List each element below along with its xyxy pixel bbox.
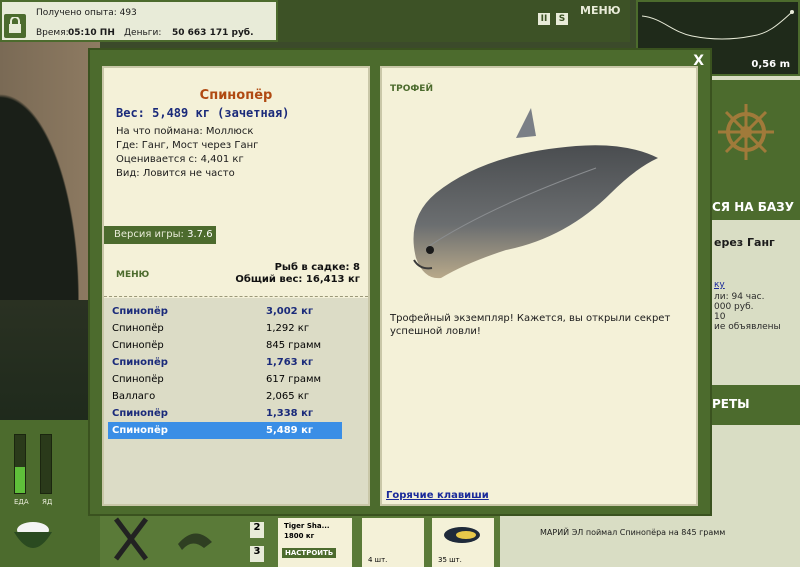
food-label: ЕДА — [14, 498, 29, 506]
dialog-menu-button[interactable]: МЕНЮ — [116, 270, 149, 280]
food-meter-fill — [15, 466, 25, 493]
poison-label: ЯД — [42, 498, 53, 506]
catch-list-row[interactable]: Спинопёр 1,292 кг — [108, 320, 342, 337]
side-line-4: ие объявлены — [714, 322, 781, 332]
catch-list-row[interactable]: Спинопёр 1,338 кг — [108, 405, 342, 422]
catch-list-row[interactable]: Валлаго 2,065 кг — [108, 388, 342, 405]
records-header[interactable]: РЕТЫ — [712, 385, 800, 425]
side-line-1: ли: 94 час. — [714, 292, 765, 302]
meters-panel: ЕДА ЯД — [0, 420, 100, 567]
catch-list: Спинопёр 3,002 кг Спинопёр 1,292 кг Спинопёр… — [104, 298, 368, 504]
catch-dialog: X Спинопёр Вес: 5,489 кг (зачетная) На ч… — [88, 48, 712, 516]
depth-value: 0,56 m — [751, 59, 790, 70]
lock-icon — [9, 17, 21, 33]
catch-info-panel: Спинопёр Вес: 5,489 кг (зачетная) На что… — [102, 66, 370, 506]
catch-kind: Вид: Ловится не часто — [116, 168, 235, 179]
poison-meter — [40, 434, 52, 494]
catch-fish-weight: 1,763 кг — [266, 357, 314, 368]
catch-fish-weight: 2,065 кг — [266, 391, 310, 402]
version-label: Версия игры: — [114, 229, 184, 240]
catch-fish-weight: 845 грамм — [266, 340, 322, 351]
food-meter — [14, 434, 26, 494]
configure-button[interactable]: НАСТРОИТЬ — [282, 548, 337, 558]
time-label: Время: — [36, 28, 69, 38]
catch-fish-name: Спинопёр — [112, 340, 164, 351]
catch-fish-weight: 617 грамм — [266, 374, 322, 385]
bait-count-2: 35 шт. — [438, 556, 462, 564]
fish-weight: Вес: 5,489 кг (зачетная) — [116, 106, 290, 120]
news-item: МАРИЙ ЭЛ поймал Спинопёра на 845 грамм — [540, 528, 726, 537]
keepnet-stats: Рыб в садке: 8 Общий вес: 16,413 кг — [235, 262, 360, 286]
pot-icon[interactable] — [8, 512, 58, 562]
records-label: РЕТЫ — [712, 397, 750, 411]
catch-list-row[interactable]: Спинопёр 617 грамм — [108, 371, 342, 388]
news-feed: МАРИЙ ЭЛ поймал Спинопёра на 845 грамм — [500, 510, 800, 567]
catch-fish-name: Спинопёр — [112, 357, 168, 368]
fish-cleaning-icon[interactable] — [170, 514, 220, 564]
trophy-panel: ТРОФЕЙ Трофейный экземпляр! Кажется, вы … — [380, 66, 698, 506]
caught-on: На что поймана: Моллюск — [116, 126, 254, 137]
cutlery-icon[interactable] — [106, 514, 156, 564]
catch-location: Где: Ганг, Мост через Ганг — [116, 140, 259, 151]
sound-icon[interactable]: S — [556, 13, 568, 25]
catch-list-row[interactable]: Спинопёр 845 грамм — [108, 337, 342, 354]
tackle-name: Tiger Sha... — [284, 522, 330, 530]
bait-slot-2[interactable]: 35 шт. — [432, 518, 494, 567]
catch-fish-name: Спинопёр — [112, 306, 168, 317]
fish-image — [413, 108, 658, 279]
bridge-arch — [0, 40, 100, 300]
bait-slot-1[interactable]: 4 шт. — [362, 518, 424, 567]
tackle-card[interactable]: Tiger Sha... 1800 кг НАСТРОИТЬ — [278, 518, 352, 567]
catch-fish-weight: 5,489 кг — [266, 425, 314, 436]
tackle-weight: 1800 кг — [284, 532, 315, 540]
side-panel-header: СЯ НА БАЗУ — [712, 80, 800, 220]
catch-fish-weight: 3,002 кг — [266, 306, 314, 317]
top-icons: II S — [538, 6, 574, 25]
side-link[interactable]: ку — [714, 280, 725, 290]
catch-fish-name: Спинопёр — [112, 374, 164, 385]
side-line-3: 10 — [714, 312, 726, 322]
money-label: Деньги: — [124, 28, 162, 38]
tackle-bar: 2 3 Tiger Sha... 1800 кг НАСТРОИТЬ 4 шт.… — [100, 510, 500, 567]
top-toolbar — [278, 0, 630, 42]
divider — [104, 296, 368, 297]
go-to-base-button[interactable]: СЯ НА БАЗУ — [712, 200, 794, 214]
side-location: ерез Ганг — [714, 236, 775, 249]
bait-count-1: 4 шт. — [368, 556, 388, 564]
top-menu-button[interactable]: МЕНЮ — [580, 4, 621, 17]
slot-3-button[interactable]: 3 — [250, 546, 264, 562]
fish-name: Спинопёр — [199, 88, 273, 103]
total-weight: Общий вес: 16,413 кг — [235, 274, 360, 285]
catch-fish-name: Валлаго — [112, 391, 156, 402]
time-value: 05:10 ПН — [68, 28, 115, 38]
catch-list-row[interactable]: Спинопёр 3,002 кг — [108, 303, 342, 320]
catch-fish-name: Спинопёр — [112, 425, 168, 436]
experience-text: Получено опыта: 493 — [36, 8, 137, 18]
money-value: 50 663 171 руб. — [172, 28, 254, 38]
lock-button[interactable] — [4, 14, 26, 38]
catch-fish-name: Спинопёр — [112, 408, 168, 419]
catch-fish-name: Спинопёр — [112, 323, 164, 334]
trophy-label: ТРОФЕЙ — [390, 84, 433, 94]
catch-list-row[interactable]: Спинопёр 1,763 кг — [108, 354, 342, 371]
side-line-2: 000 руб. — [714, 302, 754, 312]
version-value: 3.7.6 — [187, 229, 213, 240]
catch-list-row[interactable]: Спинопёр 5,489 кг — [108, 422, 342, 439]
trophy-message: Трофейный экземпляр! Кажется, вы открыли… — [390, 313, 671, 337]
hotkeys-link[interactable]: Горячие клавиши — [386, 490, 489, 501]
mussel-icon — [444, 527, 480, 543]
catch-fish-weight: 1,292 кг — [266, 323, 310, 334]
catch-value: Оценивается с: 4,401 кг — [116, 154, 244, 165]
version-badge: Версия игры: 3.7.6 — [104, 226, 216, 244]
status-bar: Получено опыта: 493 Время: 05:10 ПН День… — [0, 0, 278, 42]
ship-wheel-icon — [718, 104, 774, 160]
pause-icon[interactable]: II — [538, 13, 550, 25]
fish-count: Рыб в садке: 8 — [274, 262, 360, 273]
catch-fish-weight: 1,338 кг — [266, 408, 314, 419]
slot-2-button[interactable]: 2 — [250, 522, 264, 538]
